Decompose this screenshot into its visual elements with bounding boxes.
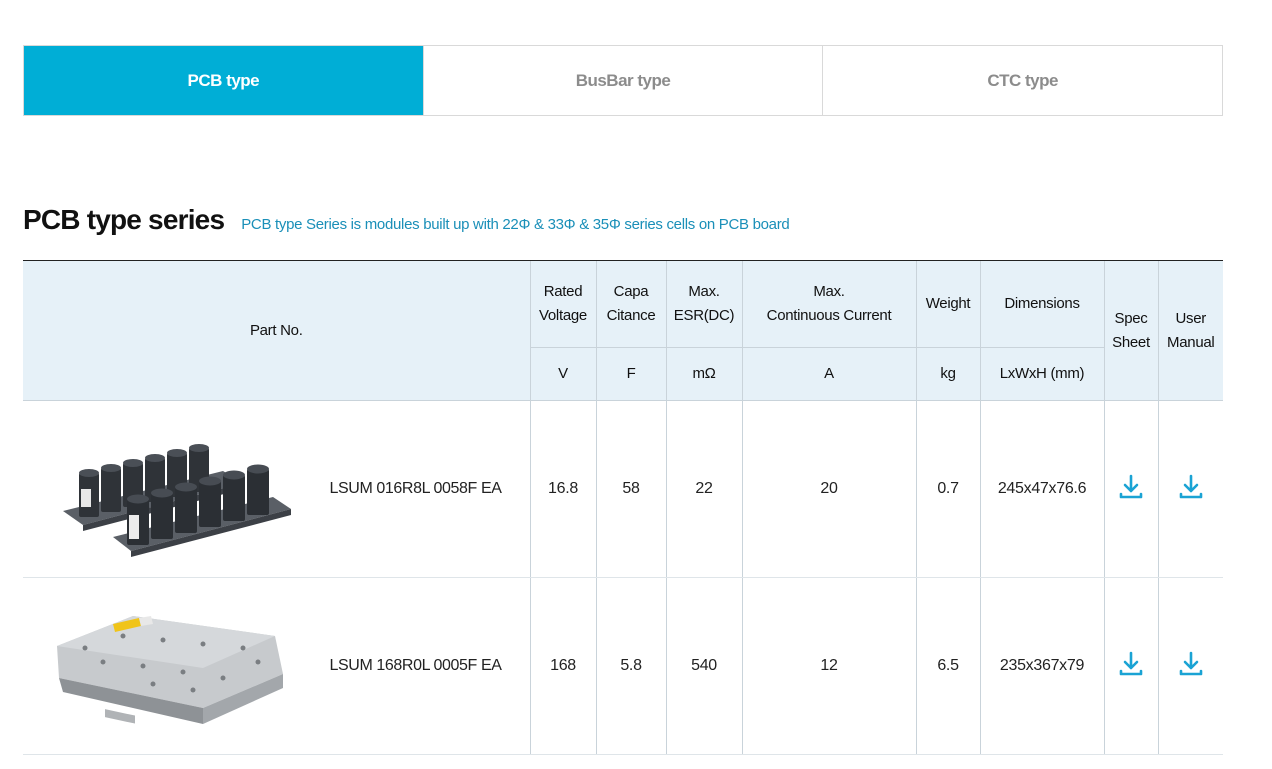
header-spec-sheet: Spec Sheet [1103,260,1158,401]
cell-esr: 540 [665,577,742,755]
cell-current: 12 [741,577,916,755]
cell-current: 20 [741,400,916,578]
tab-ctc-type[interactable]: CTC type [822,46,1222,115]
unit-weight: kg [915,347,980,401]
part-number: LSUM 016R8L 0058F EA [329,480,502,497]
download-icon [1179,651,1203,675]
section-description: PCB type Series is modules built up with… [241,216,790,233]
cell-capacitance: 5.8 [595,577,666,755]
section-header: PCB type series PCB type Series is modul… [23,204,790,236]
cell-voltage: 168 [529,577,596,755]
header-user-manual: User Manual [1157,260,1223,401]
part-cell: LSUM 168R0L 0005F EA [23,577,530,755]
cell-spec-sheet [1103,400,1158,578]
cell-weight: 6.5 [915,577,980,755]
tab-pcb-type[interactable]: PCB type [24,46,423,115]
unit-capacitance: F [595,347,666,401]
spec-sheet-download-button[interactable] [1116,649,1146,679]
unit-voltage: V [529,347,596,401]
section-title: PCB type series [23,204,225,235]
table-row: LSUM 168R0L 0005F EA 168 5.8 540 12 6.5 … [23,577,1223,755]
cell-user-manual [1157,400,1223,578]
header-weight: Weight [915,260,980,348]
cell-esr: 22 [665,400,742,578]
cell-user-manual [1157,577,1223,755]
user-manual-download-button[interactable] [1176,649,1206,679]
download-icon [1119,651,1143,675]
header-max-current: Max. Continuous Current [741,260,916,348]
unit-dimensions: LxWxH (mm) [979,347,1104,401]
product-type-tabs: PCB type BusBar type CTC type [23,45,1223,116]
part-cell: LSUM 016R8L 0058F EA [23,400,530,578]
user-manual-download-button[interactable] [1176,472,1206,502]
part-number: LSUM 168R0L 0005F EA [329,657,502,674]
capacitor-module-cylinders-image [63,444,291,557]
download-icon [1179,474,1203,498]
cell-weight: 0.7 [915,400,980,578]
spec-sheet-download-button[interactable] [1116,472,1146,502]
header-part-no: Part No. [23,260,530,401]
capacitor-module-box-image [57,616,283,724]
table-row: LSUM 016R8L 0058F EA 16.8 58 22 20 0.7 2… [23,400,1223,578]
cell-dimensions: 245x47x76.6 [979,400,1104,578]
cell-spec-sheet [1103,577,1158,755]
cell-dimensions: 235x367x79 [979,577,1104,755]
header-max-esr: Max. ESR(DC) [665,260,742,348]
product-spec-table: Part No. Rated Voltage Capa Citance Max. ES… [23,260,1223,755]
unit-esr: mΩ [665,347,742,401]
header-capacitance: Capa Citance [595,260,666,348]
cell-voltage: 16.8 [529,400,596,578]
cell-capacitance: 58 [595,400,666,578]
tab-busbar-type[interactable]: BusBar type [422,46,823,115]
header-rated-voltage: Rated Voltage [529,260,596,348]
unit-current: A [741,347,916,401]
download-icon [1119,474,1143,498]
header-dimensions: Dimensions [979,260,1104,348]
